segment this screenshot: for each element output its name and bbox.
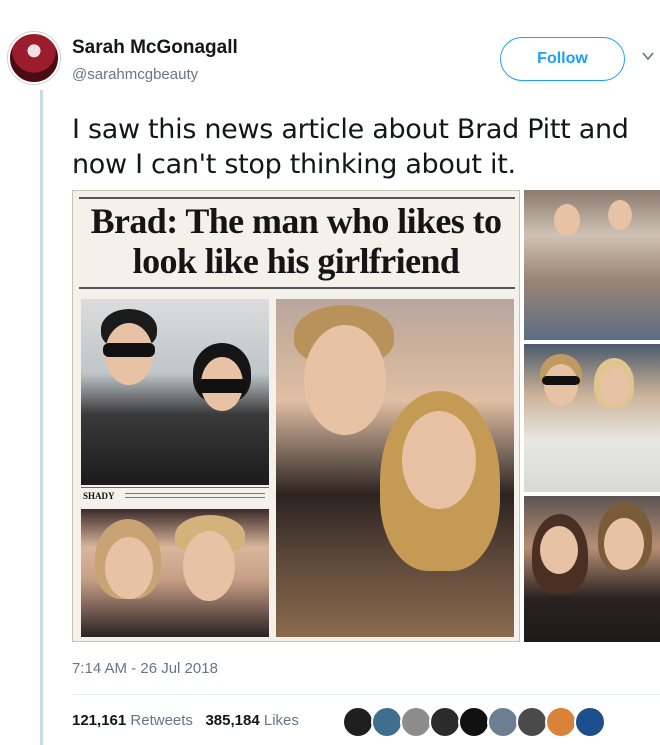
retweets-label: Retweets [130,712,193,729]
masthead-rule [79,197,515,199]
liker-avatar[interactable] [516,706,548,738]
liker-avatar[interactable] [371,706,403,738]
liker-avatar[interactable] [400,706,432,738]
follow-button[interactable]: Follow [500,37,625,81]
tweet-text: I saw this news article about Brad Pitt … [72,114,629,180]
tweet-media[interactable]: Brad: The man who likes to look like his… [72,190,660,642]
side-photo-3[interactable] [524,496,660,642]
avatar[interactable] [8,32,60,84]
liker-avatar[interactable] [342,706,374,738]
chevron-down-icon[interactable] [642,50,654,62]
caption-label: SHADY [83,491,115,501]
divider [72,694,660,695]
retweets-stat[interactable]: 121,161 Retweets [72,712,193,729]
side-photo-2[interactable] [524,344,660,492]
display-name[interactable]: Sarah McGonagall [72,37,238,59]
liker-avatars [342,706,606,740]
photo-couple-blonde [81,509,269,637]
likes-count: 385,184 [205,712,260,729]
thread-line [40,90,43,745]
liker-avatar[interactable] [574,706,606,738]
liker-avatar[interactable] [545,706,577,738]
headline-rule [79,287,515,289]
tweet-stats: 121,161 Retweets 385,184 Likes [72,712,299,729]
headline: Brad: The man who likes to look like his… [90,201,502,281]
liker-avatar[interactable] [458,706,490,738]
liker-avatar[interactable] [429,706,461,738]
likes-label: Likes [263,712,299,729]
user-handle[interactable]: @sarahmcgbeauty [72,66,198,83]
photo-couple-main [276,299,514,637]
photo-caption: SHADY [81,487,269,505]
likes-stat[interactable]: 385,184 Likes [205,712,298,729]
newspaper-clipping[interactable]: Brad: The man who likes to look like his… [72,190,520,642]
tweet-timestamp[interactable]: 7:14 AM - 26 Jul 2018 [72,660,218,677]
liker-avatar[interactable] [487,706,519,738]
retweets-count: 121,161 [72,712,127,729]
caption-text-lines [125,490,265,498]
side-photo-1[interactable] [524,190,660,340]
photo-couple-sunglasses [81,299,269,485]
